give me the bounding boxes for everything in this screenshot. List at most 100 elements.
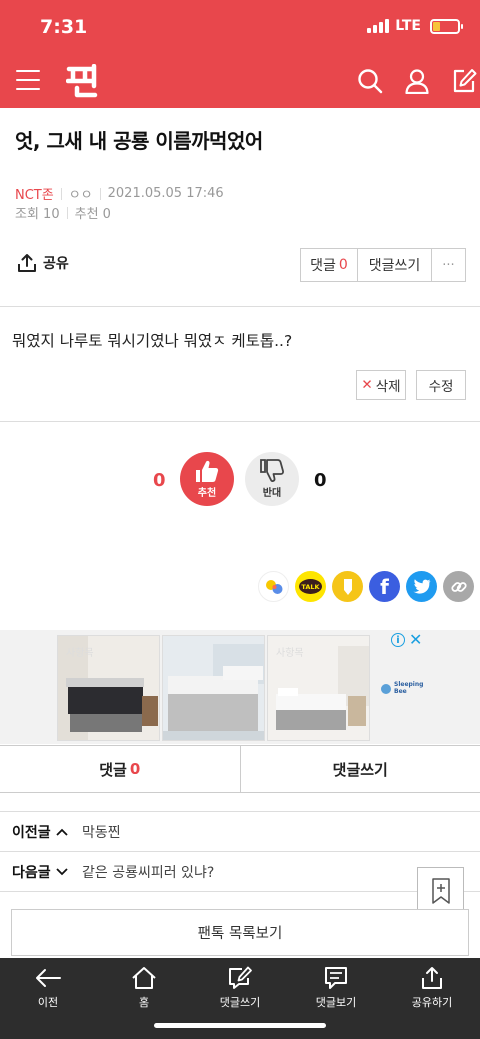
- post-meta: NCT존 ㅇㅇ 2021.05.05 17:46: [15, 184, 224, 203]
- comment-label: 댓글: [310, 258, 336, 274]
- status-time: 7:31: [40, 16, 88, 38]
- thumbs-up-icon: [196, 460, 219, 482]
- view-comments-button[interactable]: 댓글 0: [0, 746, 240, 792]
- upvote-button[interactable]: 추천: [180, 452, 234, 506]
- bookmark-button[interactable]: [417, 867, 464, 914]
- comment-bar-label: 댓글: [99, 760, 127, 779]
- nav-home[interactable]: 홈: [104, 966, 184, 1010]
- ad-watermark: 사항목: [66, 647, 94, 659]
- prev-label-text: 이전글: [12, 824, 51, 841]
- menu-icon[interactable]: [16, 70, 40, 90]
- share-services: TALK f: [258, 571, 474, 602]
- twitter-icon[interactable]: [406, 571, 437, 602]
- next-label-text: 다음글: [12, 864, 51, 881]
- comment-bar: 댓글 0 댓글쓰기: [0, 745, 480, 793]
- home-indicator: [154, 1023, 326, 1028]
- write-comment-bar-button[interactable]: 댓글쓰기: [239, 746, 480, 792]
- comment-button[interactable]: 댓글 0: [300, 248, 358, 282]
- pann-logo[interactable]: [65, 63, 98, 98]
- meta-divider: [60, 187, 62, 200]
- bee-icon: [381, 683, 391, 694]
- ad-brand-logo[interactable]: Sleeping Bee: [380, 681, 424, 695]
- post-actions: 댓글 0 댓글쓰기 ···: [300, 248, 466, 282]
- recommend-count: 추천 0: [74, 207, 111, 222]
- ad-image[interactable]: 사항목: [267, 635, 370, 741]
- ad-brand-name: Sleeping Bee: [394, 681, 424, 695]
- ad-close-icon[interactable]: ✕: [409, 630, 422, 649]
- post-stats: 조회 10 추천 0: [15, 203, 111, 222]
- nav-write-comment[interactable]: 댓글쓰기: [200, 966, 280, 1010]
- signal-icon: [367, 19, 390, 33]
- nav-view-comments-label: 댓글보기: [315, 996, 357, 1009]
- divider: [0, 891, 480, 892]
- kakaopage-icon[interactable]: [332, 571, 363, 602]
- search-icon[interactable]: [357, 68, 383, 94]
- view-count: 조회 10: [15, 207, 60, 222]
- post-author: ㅇㅇ: [68, 188, 93, 203]
- prev-post-label: 이전글: [12, 822, 82, 842]
- post-datetime: 2021.05.05 17:46: [107, 186, 224, 201]
- post-category[interactable]: NCT존: [15, 184, 54, 203]
- edit-button[interactable]: 수정: [416, 370, 466, 400]
- prev-post-title: 막동찐: [82, 824, 121, 841]
- upload-icon: [18, 254, 36, 272]
- facebook-icon[interactable]: f: [369, 571, 400, 602]
- view-comment-icon: [325, 967, 347, 989]
- kakaostory-icon[interactable]: [258, 571, 289, 602]
- battery-icon: [430, 18, 463, 34]
- upvote-label: 추천: [197, 488, 217, 499]
- meta-divider: [66, 206, 68, 219]
- upvote-count: 0: [153, 470, 166, 491]
- delete-label: 삭제: [375, 379, 401, 395]
- bookmark-icon: [431, 877, 450, 904]
- meta-divider: [99, 187, 101, 200]
- back-arrow-icon: [36, 969, 61, 987]
- prev-post-row[interactable]: 이전글 막동찐: [0, 812, 480, 851]
- more-button[interactable]: ···: [432, 248, 466, 282]
- downvote-count: 0: [314, 470, 327, 491]
- write-comment-icon: [229, 966, 252, 989]
- ad-image[interactable]: [162, 635, 265, 741]
- comment-count: 0: [338, 257, 348, 273]
- status-bar: 7:31 LTE: [0, 0, 480, 56]
- thumbs-down-icon: [260, 459, 285, 482]
- nav-back[interactable]: 이전: [8, 966, 88, 1010]
- next-post-row[interactable]: 다음글 같은 공룡씨피러 있냐?: [0, 852, 480, 891]
- post-title: 엇, 그새 내 공룡 이름까먹었어: [15, 129, 263, 153]
- comment-bar-count: 0: [129, 760, 141, 778]
- ad-info-icon[interactable]: i: [391, 633, 405, 647]
- chevron-up-icon: [56, 828, 68, 836]
- ad-watermark: 사항목: [276, 647, 304, 659]
- post-body: 뭐였지 나루토 뭐시기였나 뭐였ㅈ 케토톱..?: [12, 332, 293, 350]
- nav-share-label: 공유하기: [411, 996, 453, 1009]
- ad-image[interactable]: 사항목: [57, 635, 160, 741]
- close-icon: ✕: [361, 377, 373, 393]
- downvote-button[interactable]: 반대: [245, 452, 299, 506]
- nav-back-label: 이전: [37, 996, 59, 1009]
- link-icon[interactable]: [443, 571, 474, 602]
- user-icon[interactable]: [404, 68, 430, 94]
- next-post-label: 다음글: [12, 862, 82, 882]
- share-icon: [422, 967, 442, 989]
- nav-write-comment-label: 댓글쓰기: [219, 996, 261, 1009]
- network-label: LTE: [395, 18, 421, 34]
- next-post-title: 같은 공룡씨피러 있냐?: [82, 864, 215, 881]
- chevron-down-icon: [56, 867, 68, 875]
- ad-banner[interactable]: 사항목 사항목 Sleeping Bee i ✕: [0, 630, 480, 744]
- list-view-button[interactable]: 팬톡 목록보기: [11, 909, 469, 956]
- share-label: 공유: [43, 256, 69, 272]
- divider: [0, 421, 480, 422]
- home-icon: [132, 967, 156, 989]
- divider: [0, 306, 480, 307]
- delete-button[interactable]: ✕ 삭제: [356, 370, 406, 400]
- write-comment-button[interactable]: 댓글쓰기: [358, 248, 432, 282]
- downvote-label: 반대: [262, 488, 282, 499]
- nav-share[interactable]: 공유하기: [392, 966, 472, 1010]
- nav-view-comments[interactable]: 댓글보기: [296, 966, 376, 1010]
- edit-icon[interactable]: [451, 68, 477, 94]
- status-indicators: LTE: [367, 18, 463, 34]
- kakaotalk-icon[interactable]: TALK: [295, 571, 326, 602]
- nav-home-label: 홈: [138, 996, 150, 1009]
- app-header: [0, 56, 480, 108]
- share-button[interactable]: 공유: [17, 253, 69, 273]
